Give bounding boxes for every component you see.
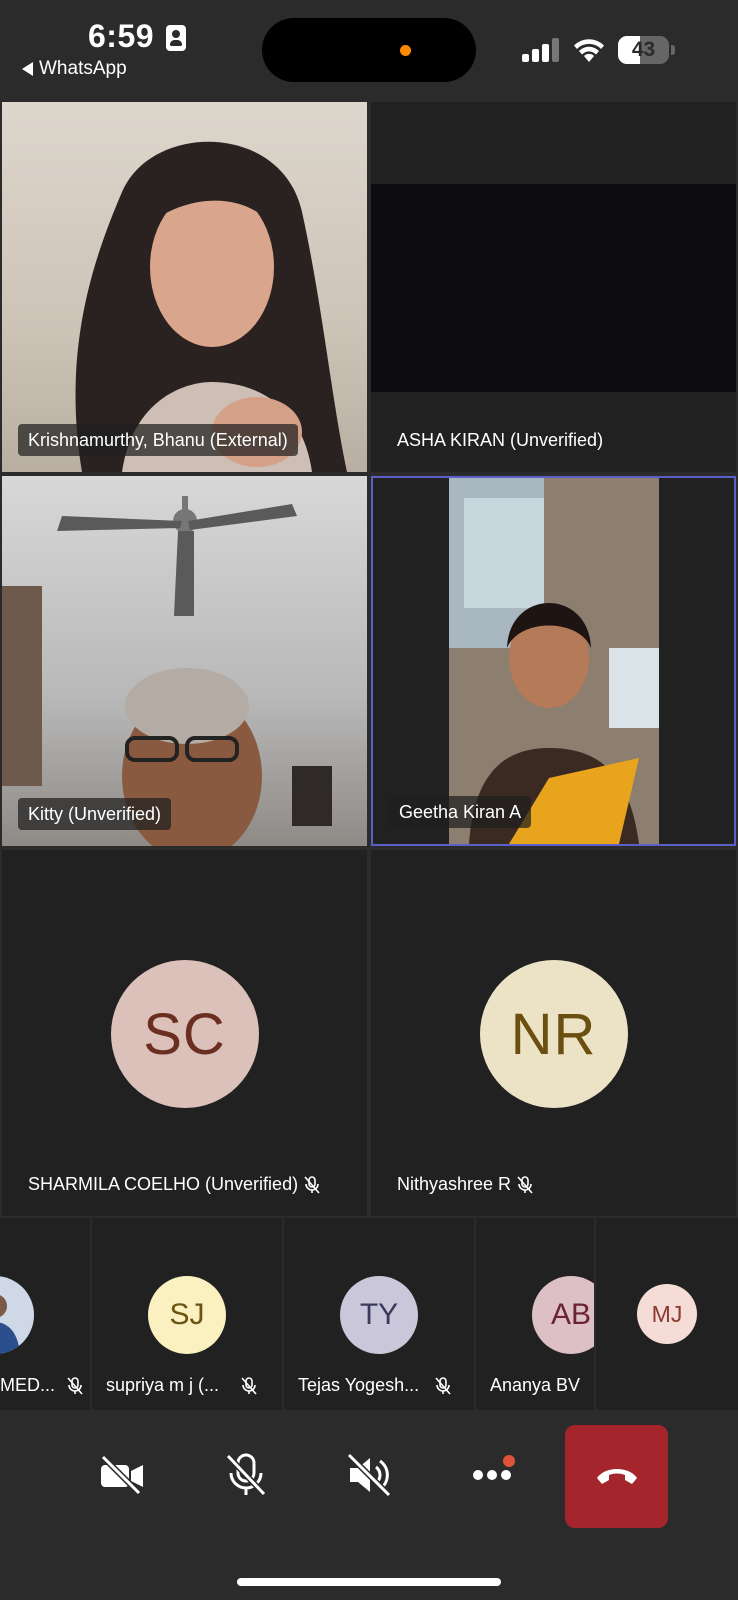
strip-tile-ananya[interactable]: AB Ananya BV [476, 1218, 594, 1410]
hang-up-icon [596, 1468, 637, 1484]
wifi-icon [574, 39, 604, 62]
strip-tile-supriya[interactable]: SJ supriya m j (... [92, 1218, 282, 1410]
mic-off-icon [225, 1453, 267, 1497]
participant-name: Kitty (Unverified) [18, 798, 172, 830]
participant-name: Krishnamurthy, Bhanu (External) [18, 424, 298, 456]
participant-name: Ananya BV [490, 1375, 581, 1395]
clock: 6:59 [88, 18, 155, 54]
mic-muted-icon [435, 1377, 451, 1395]
back-to-whatsapp-link[interactable]: WhatsApp [22, 58, 127, 80]
mic-muted-icon [517, 1176, 533, 1194]
strip-tile-tejas[interactable]: TY Tejas Yogesh... [284, 1218, 474, 1410]
home-indicator[interactable] [237, 1578, 501, 1586]
speaker-toggle-button[interactable] [324, 1425, 414, 1525]
dynamic-island [262, 18, 476, 82]
camera-toggle-button[interactable] [77, 1425, 167, 1525]
participant-tile-nithyashree[interactable]: NR Nithyashree R [371, 850, 736, 1216]
participant-name: supriya m j (... [106, 1375, 257, 1396]
back-link-label: WhatsApp [39, 58, 127, 79]
participant-strip[interactable]: MED... SJ supriya m j (... TY Tejas Yoge… [0, 1218, 738, 1410]
strip-tile-med[interactable]: MED... [0, 1218, 90, 1410]
cellular-signal-icon [522, 38, 562, 62]
more-icon [473, 1470, 511, 1480]
avatar-photo [0, 1276, 34, 1354]
participant-video-feed [75, 141, 347, 472]
mic-toggle-button[interactable] [201, 1425, 291, 1525]
hang-up-button[interactable] [565, 1425, 668, 1528]
participant-tile-sharmila[interactable]: SC SHARMILA COELHO (Unverified) [2, 850, 367, 1216]
avatar: SC [110, 960, 259, 1108]
participant-tile-asha-kiran[interactable]: ASHA KIRAN (Unverified) [371, 102, 736, 472]
camera-off-icon [100, 1455, 143, 1495]
participant-name-text: supriya m j (... [106, 1375, 220, 1395]
mic-muted-icon [241, 1377, 257, 1395]
participant-name: MED... [0, 1375, 83, 1396]
battery-percent: 43 [631, 38, 656, 61]
participant-name: Geetha Kiran A [389, 796, 532, 828]
participant-name: Tejas Yogesh... [298, 1375, 451, 1396]
mic-in-use-indicator-icon [400, 45, 411, 56]
avatar: NR [479, 960, 628, 1108]
battery-icon: 43 [618, 36, 675, 64]
participant-name: SHARMILA COELHO (Unverified) [18, 1168, 330, 1200]
strip-tile-mj[interactable]: MJ [596, 1218, 738, 1410]
status-bar: 6:59 WhatsApp 43 [0, 0, 738, 100]
more-options-button[interactable] [447, 1425, 537, 1525]
contact-card-icon [166, 25, 186, 51]
avatar: AB [532, 1276, 594, 1354]
participant-tile-kitty[interactable]: Kitty (Unverified) [2, 476, 367, 846]
notification-badge [503, 1455, 515, 1467]
avatar: MJ [637, 1284, 697, 1344]
participant-name: Nithyashree R [387, 1168, 543, 1200]
participant-tile-geetha-kiran[interactable]: Geetha Kiran A [371, 476, 736, 846]
participant-video-feed [2, 496, 332, 846]
mic-muted-icon [67, 1377, 83, 1395]
participant-video-off-area [371, 184, 736, 392]
participant-name-text: SHARMILA COELHO (Unverified) [28, 1174, 299, 1194]
participant-name-text: Tejas Yogesh... [298, 1375, 420, 1395]
participant-tile-bhanu[interactable]: Krishnamurthy, Bhanu (External) [2, 102, 367, 472]
participant-video-feed [449, 478, 659, 844]
participant-name-text: MED... [0, 1375, 56, 1395]
avatar: TY [340, 1276, 418, 1354]
speaker-off-icon [346, 1453, 392, 1497]
participant-name: ASHA KIRAN (Unverified) [397, 430, 604, 450]
mic-muted-icon [304, 1176, 320, 1194]
participant-name-text: Nithyashree R [397, 1174, 512, 1194]
avatar: SJ [148, 1276, 226, 1354]
back-arrow-icon [22, 62, 33, 76]
